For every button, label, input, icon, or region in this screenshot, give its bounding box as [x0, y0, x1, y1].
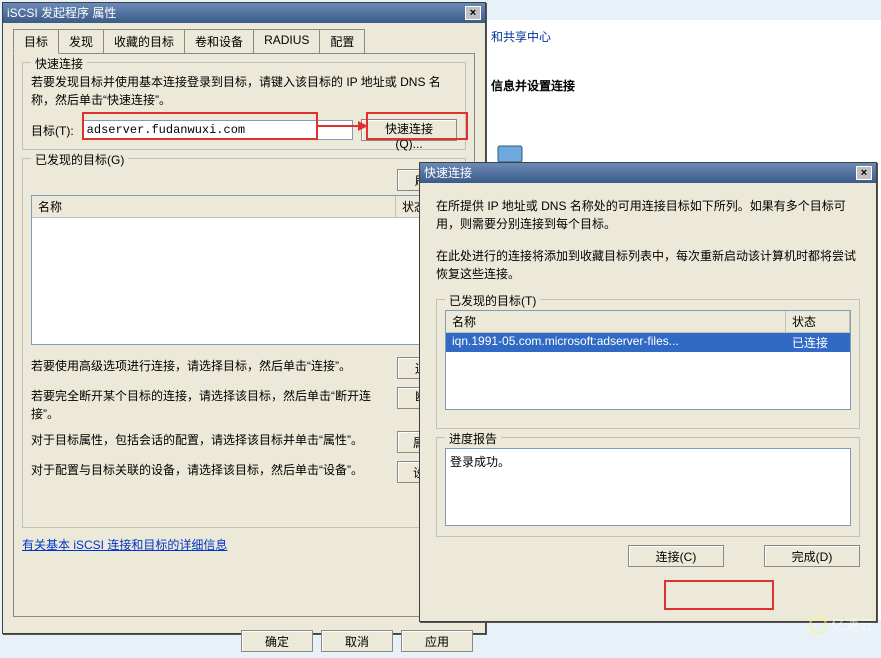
titlebar: iSCSI 发起程序 属性 × — [3, 3, 485, 23]
dialog-body: 在所提供 IP 地址或 DNS 名称处的可用连接目标如下所列。如果有多个目标可用… — [420, 183, 876, 581]
hint-connect: 若要使用高级选项进行连接，请选择目标，然后单击“连接”。 — [31, 357, 387, 379]
ok-button[interactable]: 确定 — [241, 630, 313, 652]
discovered-list[interactable]: 名称 状态 — [31, 195, 457, 345]
done-button[interactable]: 完成(D) — [764, 545, 860, 567]
dialog-footer: 确定 取消 应用 — [3, 624, 485, 658]
titlebar: 快速连接 × — [420, 163, 876, 183]
quick-connect-dialog: 快速连接 × 在所提供 IP 地址或 DNS 名称处的可用连接目标如下所列。如果… — [419, 162, 877, 622]
group-label: 已发现的目标(T) — [445, 292, 540, 309]
logo-icon — [809, 616, 827, 634]
hint-disconnect: 若要完全断开某个目标的连接，请选择该目标，然后单击“断开连接”。 — [31, 387, 387, 423]
hint-properties: 对于目标属性，包括会话的配置，请选择该目标并单击“属性”。 — [31, 431, 387, 453]
tab-strip: 目标 发现 收藏的目标 卷和设备 RADIUS 配置 — [3, 23, 485, 54]
quick-connect-button[interactable]: 快速连接(Q)... — [361, 119, 457, 141]
apply-button[interactable]: 应用 — [401, 630, 473, 652]
quick-desc: 若要发现目标并使用基本连接登录到目标，请键入该目标的 IP 地址或 DNS 名称… — [31, 73, 457, 109]
progress-text: 登录成功。 — [445, 448, 851, 526]
tab-favorites[interactable]: 收藏的目标 — [103, 29, 185, 54]
list-header: 名称 状态 — [32, 196, 456, 218]
list-header: 名称 状态 — [446, 311, 850, 333]
col-name: 名称 — [446, 311, 786, 332]
tab-target[interactable]: 目标 — [13, 29, 59, 54]
bg-sub: 信息并设置连接 — [491, 77, 871, 94]
close-icon[interactable]: × — [465, 6, 481, 20]
col-name: 名称 — [32, 196, 396, 217]
discovered-list[interactable]: 名称 状态 iqn.1991-05.com.microsoft:adserver… — [445, 310, 851, 410]
dialog-title: iSCSI 发起程序 属性 — [7, 3, 116, 23]
group-discovered: 已发现的目标(G) 刷新 名称 状态 若要使用高级选项进行连接，请选择目标，然后… — [22, 158, 466, 528]
tab-discovery[interactable]: 发现 — [58, 29, 104, 54]
dialog-title: 快速连接 — [424, 163, 472, 183]
iscsi-properties-dialog: iSCSI 发起程序 属性 × 目标 发现 收藏的目标 卷和设备 RADIUS … — [2, 2, 486, 634]
close-icon[interactable]: × — [856, 166, 872, 180]
group-discovered: 已发现的目标(T) 名称 状态 iqn.1991-05.com.microsof… — [436, 299, 860, 429]
cancel-button[interactable]: 取消 — [321, 630, 393, 652]
col-state: 状态 — [786, 311, 850, 332]
tab-config[interactable]: 配置 — [319, 29, 365, 54]
group-progress: 进度报告 登录成功。 — [436, 437, 860, 537]
group-quick-connect: 快速连接 若要发现目标并使用基本连接登录到目标，请键入该目标的 IP 地址或 D… — [22, 62, 466, 150]
connect-button[interactable]: 连接(C) — [628, 545, 724, 567]
target-input[interactable] — [82, 120, 353, 140]
target-label: 目标(T): — [31, 122, 74, 139]
hint-devices: 对于配置与目标关联的设备，请选择该目标，然后单击“设备”。 — [31, 461, 387, 483]
group-label: 进度报告 — [445, 430, 501, 447]
desc2: 在此处进行的连接将添加到收藏目标列表中，每次重新启动该计算机时都将尝试恢复这些连… — [436, 247, 860, 283]
desc1: 在所提供 IP 地址或 DNS 名称处的可用连接目标如下所列。如果有多个目标可用… — [436, 197, 860, 233]
help-link[interactable]: 有关基本 iSCSI 连接和目标的详细信息 — [22, 538, 227, 552]
watermark: 亿速云 — [809, 615, 873, 635]
tab-panel: 快速连接 若要发现目标并使用基本连接登录到目标，请键入该目标的 IP 地址或 D… — [13, 53, 475, 617]
item-state: 已连接 — [786, 333, 850, 352]
item-name: iqn.1991-05.com.microsoft:adserver-files… — [446, 333, 786, 352]
tab-volumes[interactable]: 卷和设备 — [184, 29, 254, 54]
group-label: 已发现的目标(G) — [31, 151, 128, 168]
group-label: 快速连接 — [31, 55, 87, 72]
bg-header: 和共享中心 — [491, 26, 871, 47]
tab-radius[interactable]: RADIUS — [253, 29, 320, 54]
list-item[interactable]: iqn.1991-05.com.microsoft:adserver-files… — [446, 333, 850, 352]
